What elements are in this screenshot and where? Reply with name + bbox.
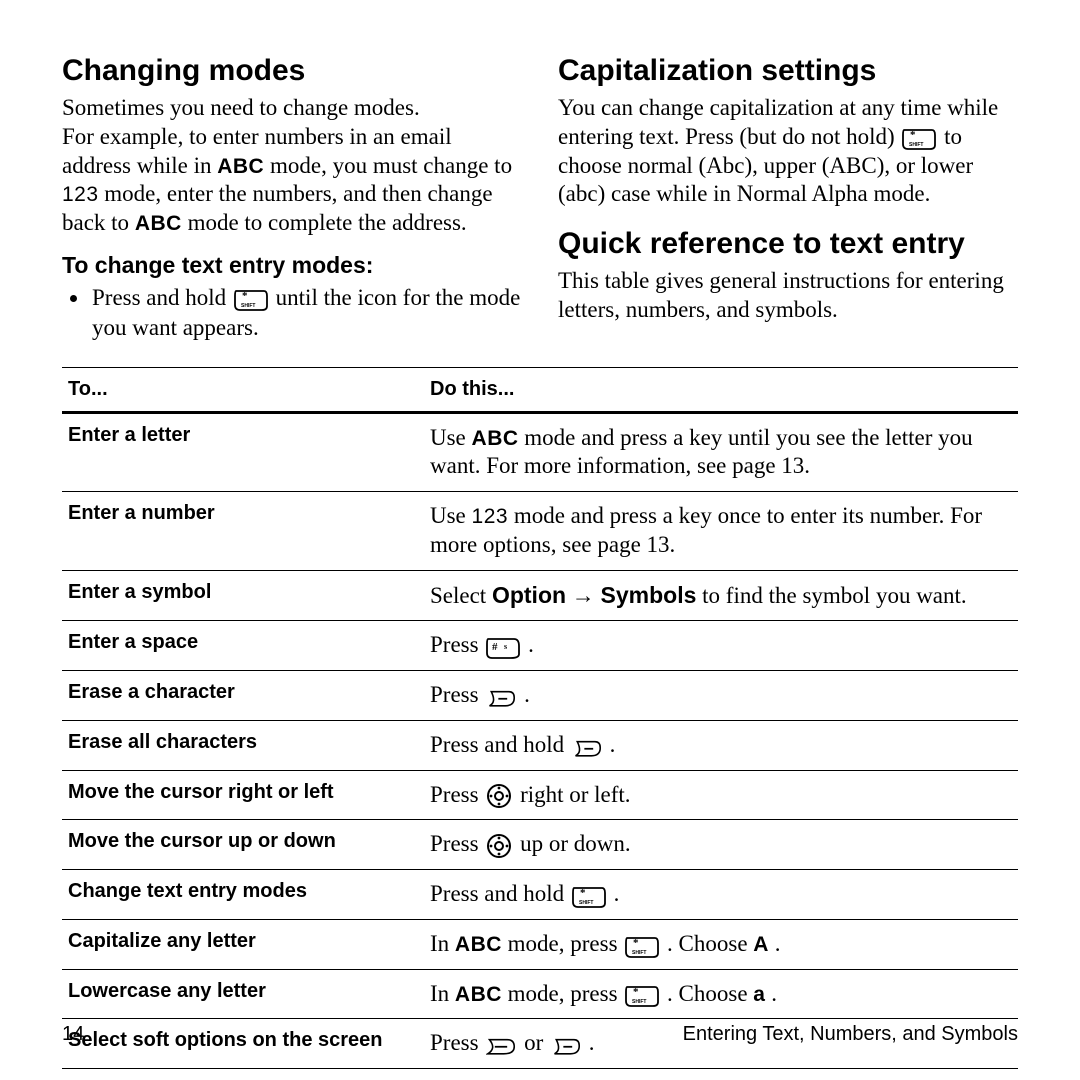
row-do: Press and hold *SHIFT .	[424, 870, 1018, 920]
text: mode, you must change to	[270, 153, 512, 178]
shift-key-icon: *SHIFT	[625, 934, 659, 958]
num-mode-label: 123	[472, 505, 509, 528]
row-to: Lowercase any letter	[62, 969, 424, 1019]
row-to: Enter a letter	[62, 412, 424, 492]
right-column: Capitalization settings You can change c…	[558, 54, 1018, 343]
row-to: Move the cursor up or down	[62, 820, 424, 870]
row-to: Erase a character	[62, 671, 424, 721]
quick-reference-table: To... Do this... Enter a letterUse ABC m…	[62, 367, 1018, 1070]
text: Press and hold	[92, 285, 232, 310]
nav-key-icon	[486, 783, 512, 809]
table-row: Enter a spacePress #s .	[62, 621, 1018, 671]
row-to: Capitalize any letter	[62, 919, 424, 969]
quick-reference-paragraph: This table gives general instructions fo…	[558, 267, 1018, 325]
hash-key-icon: #s	[486, 635, 520, 659]
two-column-layout: Changing modes Sometimes you need to cha…	[62, 54, 1018, 343]
abc-mode-label: ABC	[455, 933, 502, 956]
row-do: Press right or left.	[424, 770, 1018, 820]
table-row: Lowercase any letterIn ABC mode, press *…	[62, 969, 1018, 1019]
table-row: Enter a symbolSelect Option → Symbols to…	[62, 570, 1018, 621]
to-change-modes-subheading: To change text entry modes:	[62, 252, 522, 279]
svg-text:s: s	[504, 642, 507, 651]
abc-mode-label: ABC	[217, 155, 264, 178]
row-do: Use 123 mode and press a key once to ent…	[424, 492, 1018, 571]
bullet-list: Press and hold *SHIFT until the icon for…	[62, 283, 522, 343]
row-do: Select Option → Symbols to find the symb…	[424, 570, 1018, 621]
row-to: Enter a symbol	[62, 570, 424, 621]
changing-modes-paragraph: Sometimes you need to change modes. For …	[62, 94, 522, 238]
row-to: Enter a space	[62, 621, 424, 671]
svg-text:*: *	[910, 129, 916, 141]
shift-key-icon: *SHIFT	[902, 126, 936, 150]
table-row: Erase all charactersPress and hold .	[62, 720, 1018, 770]
page: Changing modes Sometimes you need to cha…	[0, 0, 1080, 1080]
col-do: Do this...	[424, 367, 1018, 412]
abc-mode-label: ABC	[472, 427, 519, 450]
svg-text:SHIFT: SHIFT	[632, 999, 646, 1005]
nav-key-icon	[486, 833, 512, 859]
table-row: Capitalize any letterIn ABC mode, press …	[62, 919, 1018, 969]
table-row: Enter a letterUse ABC mode and press a k…	[62, 412, 1018, 492]
abc-mode-label: ABC	[455, 983, 502, 1006]
row-do: Press .	[424, 671, 1018, 721]
capitalization-heading: Capitalization settings	[558, 54, 1018, 88]
shift-key-icon: *SHIFT	[572, 884, 606, 908]
svg-text:SHIFT: SHIFT	[241, 303, 255, 309]
page-footer: 14 Entering Text, Numbers, and Symbols	[62, 1023, 1018, 1046]
row-do: In ABC mode, press *SHIFT . Choose a .	[424, 969, 1018, 1019]
quick-reference-heading: Quick reference to text entry	[558, 227, 1018, 261]
text: mode to complete the address.	[188, 210, 467, 235]
shift-key-icon: *SHIFT	[234, 287, 268, 311]
table-row: Erase a characterPress .	[62, 671, 1018, 721]
svg-text:*: *	[580, 887, 586, 899]
svg-text:SHIFT: SHIFT	[579, 900, 593, 906]
col-to: To...	[62, 367, 424, 412]
num-mode-label: 123	[62, 183, 99, 206]
svg-text:*: *	[633, 986, 639, 998]
bullet-item: Press and hold *SHIFT until the icon for…	[90, 283, 522, 343]
page-number: 14	[62, 1023, 84, 1046]
section-title: Entering Text, Numbers, and Symbols	[683, 1023, 1018, 1046]
svg-text:SHIFT: SHIFT	[909, 142, 923, 148]
row-to: Enter a number	[62, 492, 424, 571]
svg-text:*: *	[633, 937, 639, 949]
shift-key-icon: *SHIFT	[625, 983, 659, 1007]
table-row: Move the cursor right or leftPress right…	[62, 770, 1018, 820]
table-row: Enter a numberUse 123 mode and press a k…	[62, 492, 1018, 571]
row-do: Press up or down.	[424, 820, 1018, 870]
row-do: Use ABC mode and press a key until you s…	[424, 412, 1018, 492]
row-to: Erase all characters	[62, 720, 424, 770]
table-row: Change text entry modesPress and hold *S…	[62, 870, 1018, 920]
table-header-row: To... Do this...	[62, 367, 1018, 412]
abc-mode-label: ABC	[135, 212, 182, 235]
row-do: Press and hold .	[424, 720, 1018, 770]
back-key-icon	[572, 736, 602, 758]
left-column: Changing modes Sometimes you need to cha…	[62, 54, 522, 343]
svg-text:SHIFT: SHIFT	[632, 950, 646, 956]
back-key-icon	[486, 686, 516, 708]
row-to: Move the cursor right or left	[62, 770, 424, 820]
table-row: Move the cursor up or downPress up or do…	[62, 820, 1018, 870]
svg-text:*: *	[242, 290, 248, 302]
changing-modes-heading: Changing modes	[62, 54, 522, 88]
svg-text:#: #	[492, 641, 498, 653]
row-do: Press #s .	[424, 621, 1018, 671]
row-to: Change text entry modes	[62, 870, 424, 920]
capitalization-paragraph: You can change capitalization at any tim…	[558, 94, 1018, 209]
row-do: In ABC mode, press *SHIFT . Choose A .	[424, 919, 1018, 969]
